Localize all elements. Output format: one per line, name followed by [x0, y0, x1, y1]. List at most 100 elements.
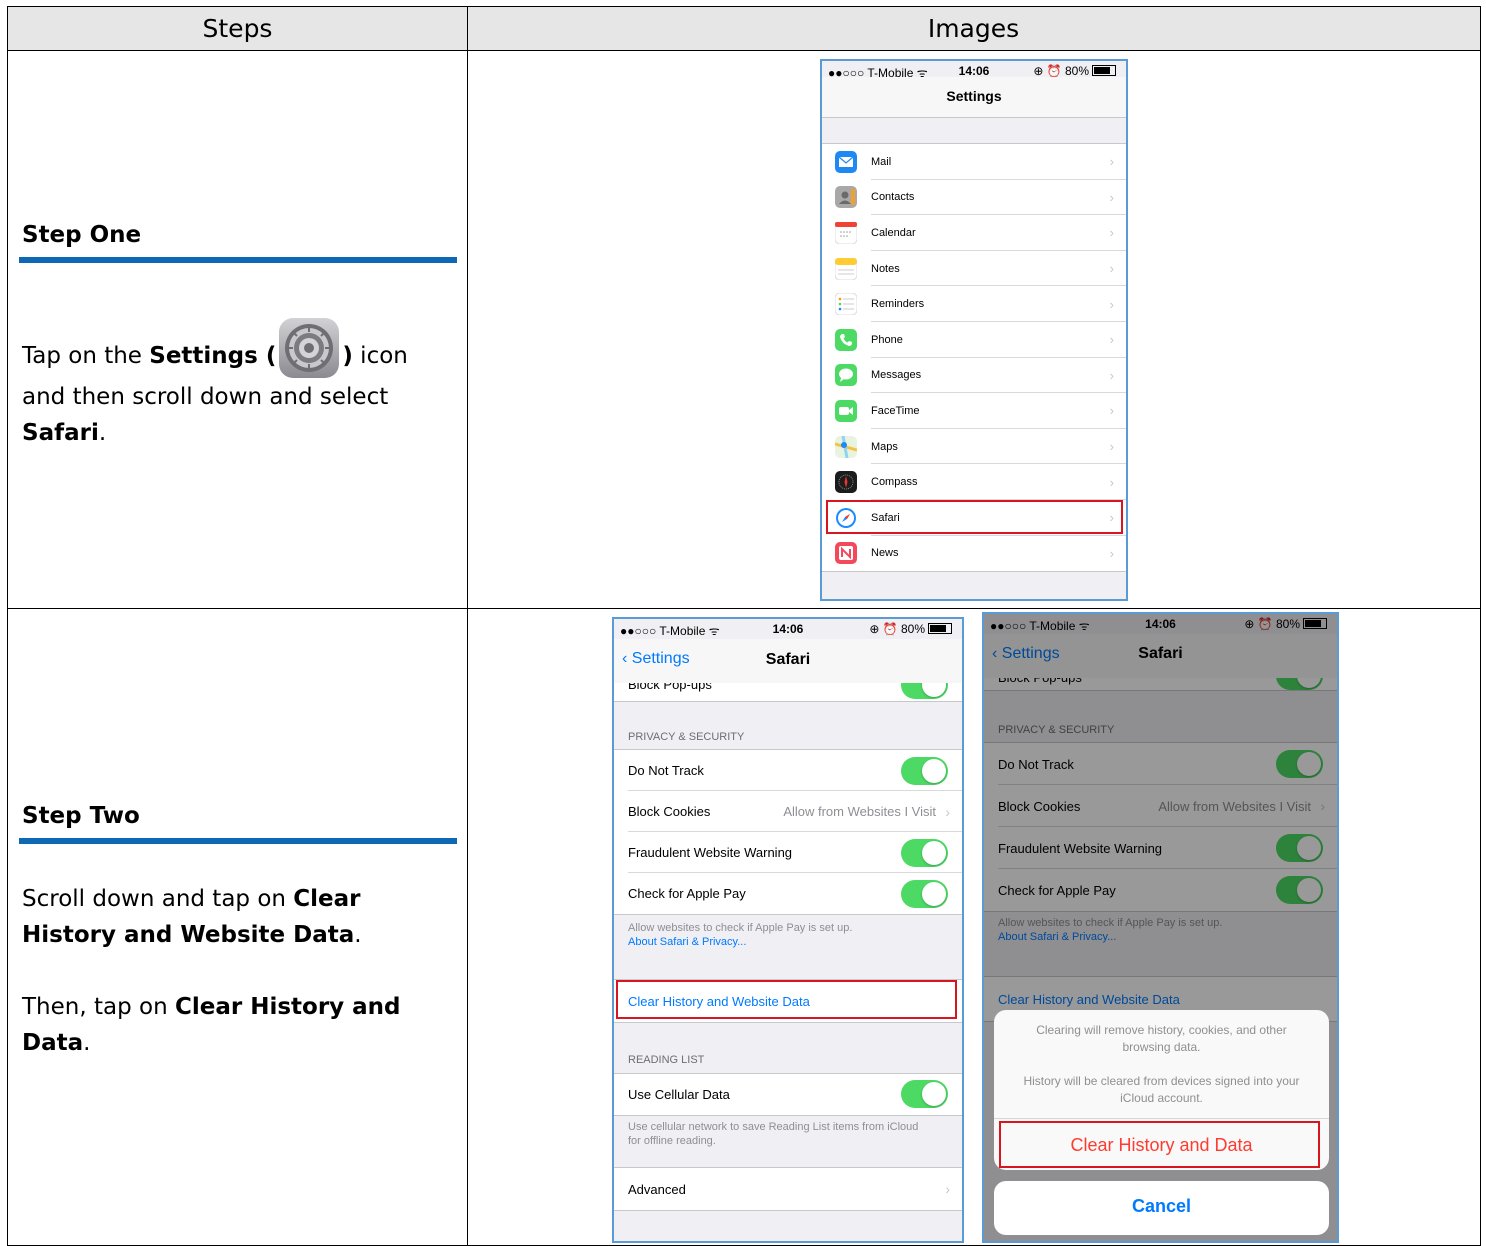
- settings-item-facetime[interactable]: FaceTime ›: [822, 393, 1126, 429]
- do-not-track-toggle[interactable]: [901, 757, 948, 785]
- message-line: iCloud account.: [1120, 1091, 1203, 1105]
- settings-item-mail[interactable]: Mail ›: [822, 144, 1126, 180]
- block-cookies-label: Block Cookies: [628, 804, 711, 819]
- status-bar: ●●○○○ T-Mobile ᯤ 14:06 ⊕ ⏰ 80%: [614, 619, 962, 641]
- do-not-track-row[interactable]: Do Not Track: [614, 750, 962, 791]
- facetime-icon: [835, 399, 857, 422]
- settings-item-reminders[interactable]: Reminders ›: [822, 286, 1126, 322]
- apple-pay-toggle[interactable]: [901, 880, 948, 908]
- block-popups-label: Block Pop-ups: [628, 683, 712, 692]
- clear-history-confirm-screenshot: ●●○○○ T-Mobile ᯤ 14:06 ⊕ ⏰ 80% ‹ Setting…: [982, 612, 1339, 1243]
- cancel-sheet: Cancel: [994, 1181, 1329, 1235]
- news-icon: [835, 542, 857, 565]
- text: Tap on the: [22, 343, 150, 369]
- text: Scroll down and tap on: [22, 886, 294, 912]
- cellular-note-line: for offline reading.: [628, 1135, 716, 1147]
- apple-pay-row[interactable]: Check for Apple Pay: [614, 873, 962, 914]
- text: .: [98, 420, 107, 446]
- mail-icon: [835, 150, 857, 173]
- back-button[interactable]: ‹ Settings: [622, 650, 690, 668]
- fraud-warning-label: Fraudulent Website Warning: [628, 845, 793, 860]
- block-popups-toggle[interactable]: [901, 683, 948, 699]
- chevron-right-icon: ›: [945, 1181, 950, 1197]
- chevron-right-icon: ›: [1109, 332, 1114, 348]
- privacy-link[interactable]: About Safari & Privacy...: [628, 935, 852, 949]
- settings-item-contacts[interactable]: Contacts ›: [822, 180, 1126, 216]
- step-two-title: Step Two: [22, 803, 140, 829]
- chevron-right-icon: ›: [1109, 545, 1114, 561]
- chevron-right-icon: ›: [945, 803, 950, 820]
- cellular-data-label: Use Cellular Data: [628, 1087, 730, 1102]
- settings-item-label: Maps: [871, 440, 898, 453]
- settings-item-label: Mail: [871, 155, 892, 168]
- step-two-rule: [19, 838, 457, 844]
- step-one-rule: [19, 257, 457, 263]
- settings-screenshot: ●●○○○ T-Mobile ᯤ 14:06 ⊕ ⏰ 80% Settings …: [820, 59, 1128, 601]
- battery-icon: [928, 623, 952, 634]
- reminders-icon: [834, 292, 858, 316]
- fraud-warning-row[interactable]: Fraudulent Website Warning: [614, 832, 962, 873]
- settings-item-compass[interactable]: Compass ›: [822, 464, 1126, 500]
- settings-item-label: Calendar: [871, 226, 916, 239]
- settings-item-label: Phone: [871, 333, 903, 346]
- settings-bold: Settings (: [149, 343, 277, 369]
- time-label: 14:06: [772, 622, 804, 636]
- chevron-right-icon: ›: [1109, 403, 1114, 419]
- advanced-row[interactable]: Advanced ›: [614, 1168, 962, 1210]
- text: .: [354, 922, 362, 948]
- block-cookies-value: Allow from Websites I Visit: [783, 804, 936, 819]
- time-label: 14:06: [958, 64, 990, 78]
- message-line: browsing data.: [1122, 1040, 1201, 1054]
- safari-highlight-box: [826, 500, 1123, 534]
- steps-table: Steps Images Step One Tap on the Setting…: [0, 0, 1486, 1246]
- text: .: [83, 1030, 91, 1056]
- settings-item-label: Compass: [871, 476, 918, 489]
- chevron-right-icon: ›: [1109, 154, 1114, 170]
- settings-item-label: FaceTime: [871, 404, 920, 417]
- contacts-icon: [835, 186, 857, 209]
- messages-icon: [835, 364, 857, 387]
- notes-icon: [834, 257, 858, 281]
- safari-settings-screenshot: ●●○○○ T-Mobile ᯤ 14:06 ⊕ ⏰ 80% ‹ Setting…: [612, 617, 964, 1243]
- back-label: Settings: [631, 650, 690, 667]
- settings-item-label: Messages: [871, 369, 922, 382]
- chevron-right-icon: ›: [1109, 296, 1114, 312]
- message-line: History will be cleared from devices sig…: [1023, 1074, 1300, 1088]
- apple-pay-label: Check for Apple Pay: [628, 886, 746, 901]
- cellular-data-row[interactable]: Use Cellular Data: [614, 1074, 962, 1115]
- cellular-footnote: Use cellular network to save Reading Lis…: [628, 1120, 918, 1148]
- cancel-button[interactable]: Cancel: [994, 1196, 1329, 1217]
- nav-bar: Settings: [822, 77, 1126, 118]
- settings-item-maps[interactable]: Maps ›: [822, 429, 1126, 465]
- settings-item-calendar[interactable]: Calendar ›: [822, 215, 1126, 251]
- safari-bold: Safari: [22, 420, 99, 446]
- carrier-label: ●●○○○ T-Mobile ᯤ: [620, 624, 720, 638]
- chevron-right-icon: ›: [1109, 474, 1114, 490]
- chevron-right-icon: ›: [1109, 225, 1114, 241]
- apple-pay-note: Allow websites to check if Apple Pay is …: [628, 922, 853, 934]
- clear-history-highlight-box: [616, 980, 957, 1019]
- settings-item-messages[interactable]: Messages ›: [822, 358, 1126, 394]
- settings-bold-close: ): [342, 343, 353, 369]
- nav-bar: ‹ Settings Safari: [614, 639, 962, 684]
- fraud-warning-toggle[interactable]: [901, 839, 948, 867]
- chevron-right-icon: ›: [1109, 439, 1114, 455]
- message-line: Clearing will remove history, cookies, a…: [1036, 1023, 1287, 1037]
- calendar-icon: [834, 221, 858, 245]
- chevron-right-icon: ›: [1109, 189, 1114, 205]
- compass-icon: [835, 471, 857, 494]
- battery-status: ⊕ ⏰ 80%: [1033, 64, 1116, 78]
- icloud-message: History will be cleared from devices sig…: [994, 1073, 1329, 1107]
- settings-gear-icon: [279, 318, 340, 378]
- do-not-track-label: Do Not Track: [628, 763, 704, 778]
- settings-item-label: Contacts: [871, 191, 915, 204]
- settings-item-news[interactable]: News ›: [822, 536, 1126, 572]
- step-two-instructions-2: Then, tap on Clear History and Data.: [22, 989, 452, 1061]
- reading-list-header: READING LIST: [628, 1054, 705, 1066]
- block-cookies-row[interactable]: Block Cookies Allow from Websites I Visi…: [614, 791, 962, 832]
- settings-item-notes[interactable]: Notes ›: [822, 251, 1126, 287]
- text: Then, tap on: [22, 994, 175, 1020]
- cellular-data-toggle[interactable]: [901, 1080, 948, 1108]
- block-popups-row[interactable]: Block Pop-ups: [614, 683, 962, 702]
- settings-item-phone[interactable]: Phone ›: [822, 322, 1126, 358]
